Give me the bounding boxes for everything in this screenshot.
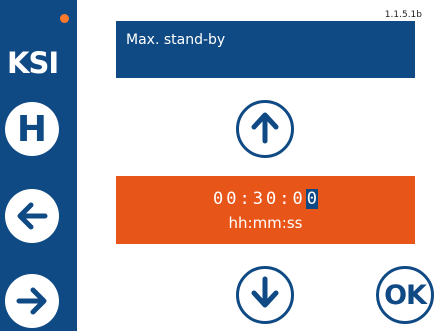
arrow-left-icon xyxy=(12,196,52,236)
version-label: 1.1.5.1b xyxy=(384,10,422,20)
value-display: 00:30:00 hh:mm:ss xyxy=(116,176,415,244)
increment-button[interactable] xyxy=(236,100,294,158)
decrement-button[interactable] xyxy=(236,266,294,324)
status-indicator xyxy=(60,14,69,23)
page-title: Max. stand-by xyxy=(126,32,226,48)
logo: KSI xyxy=(7,46,59,80)
home-button-label: H xyxy=(16,108,48,150)
ok-button-label: OK xyxy=(384,279,427,311)
arrow-down-icon xyxy=(245,273,285,317)
time-unit-label: hh:mm:ss xyxy=(228,214,303,232)
arrow-right-icon xyxy=(12,281,52,321)
sidebar: KSI H xyxy=(0,0,77,331)
ok-button[interactable]: OK xyxy=(376,266,434,324)
time-value: 00:30:00 xyxy=(116,189,415,209)
title-box: Max. stand-by xyxy=(116,21,415,78)
time-value-prefix: 00:30:0 xyxy=(213,189,306,209)
forward-button[interactable] xyxy=(5,274,59,328)
back-button[interactable] xyxy=(5,189,59,243)
time-cursor-digit: 0 xyxy=(305,189,318,209)
arrow-up-icon xyxy=(245,107,285,151)
home-button[interactable]: H xyxy=(5,102,59,156)
